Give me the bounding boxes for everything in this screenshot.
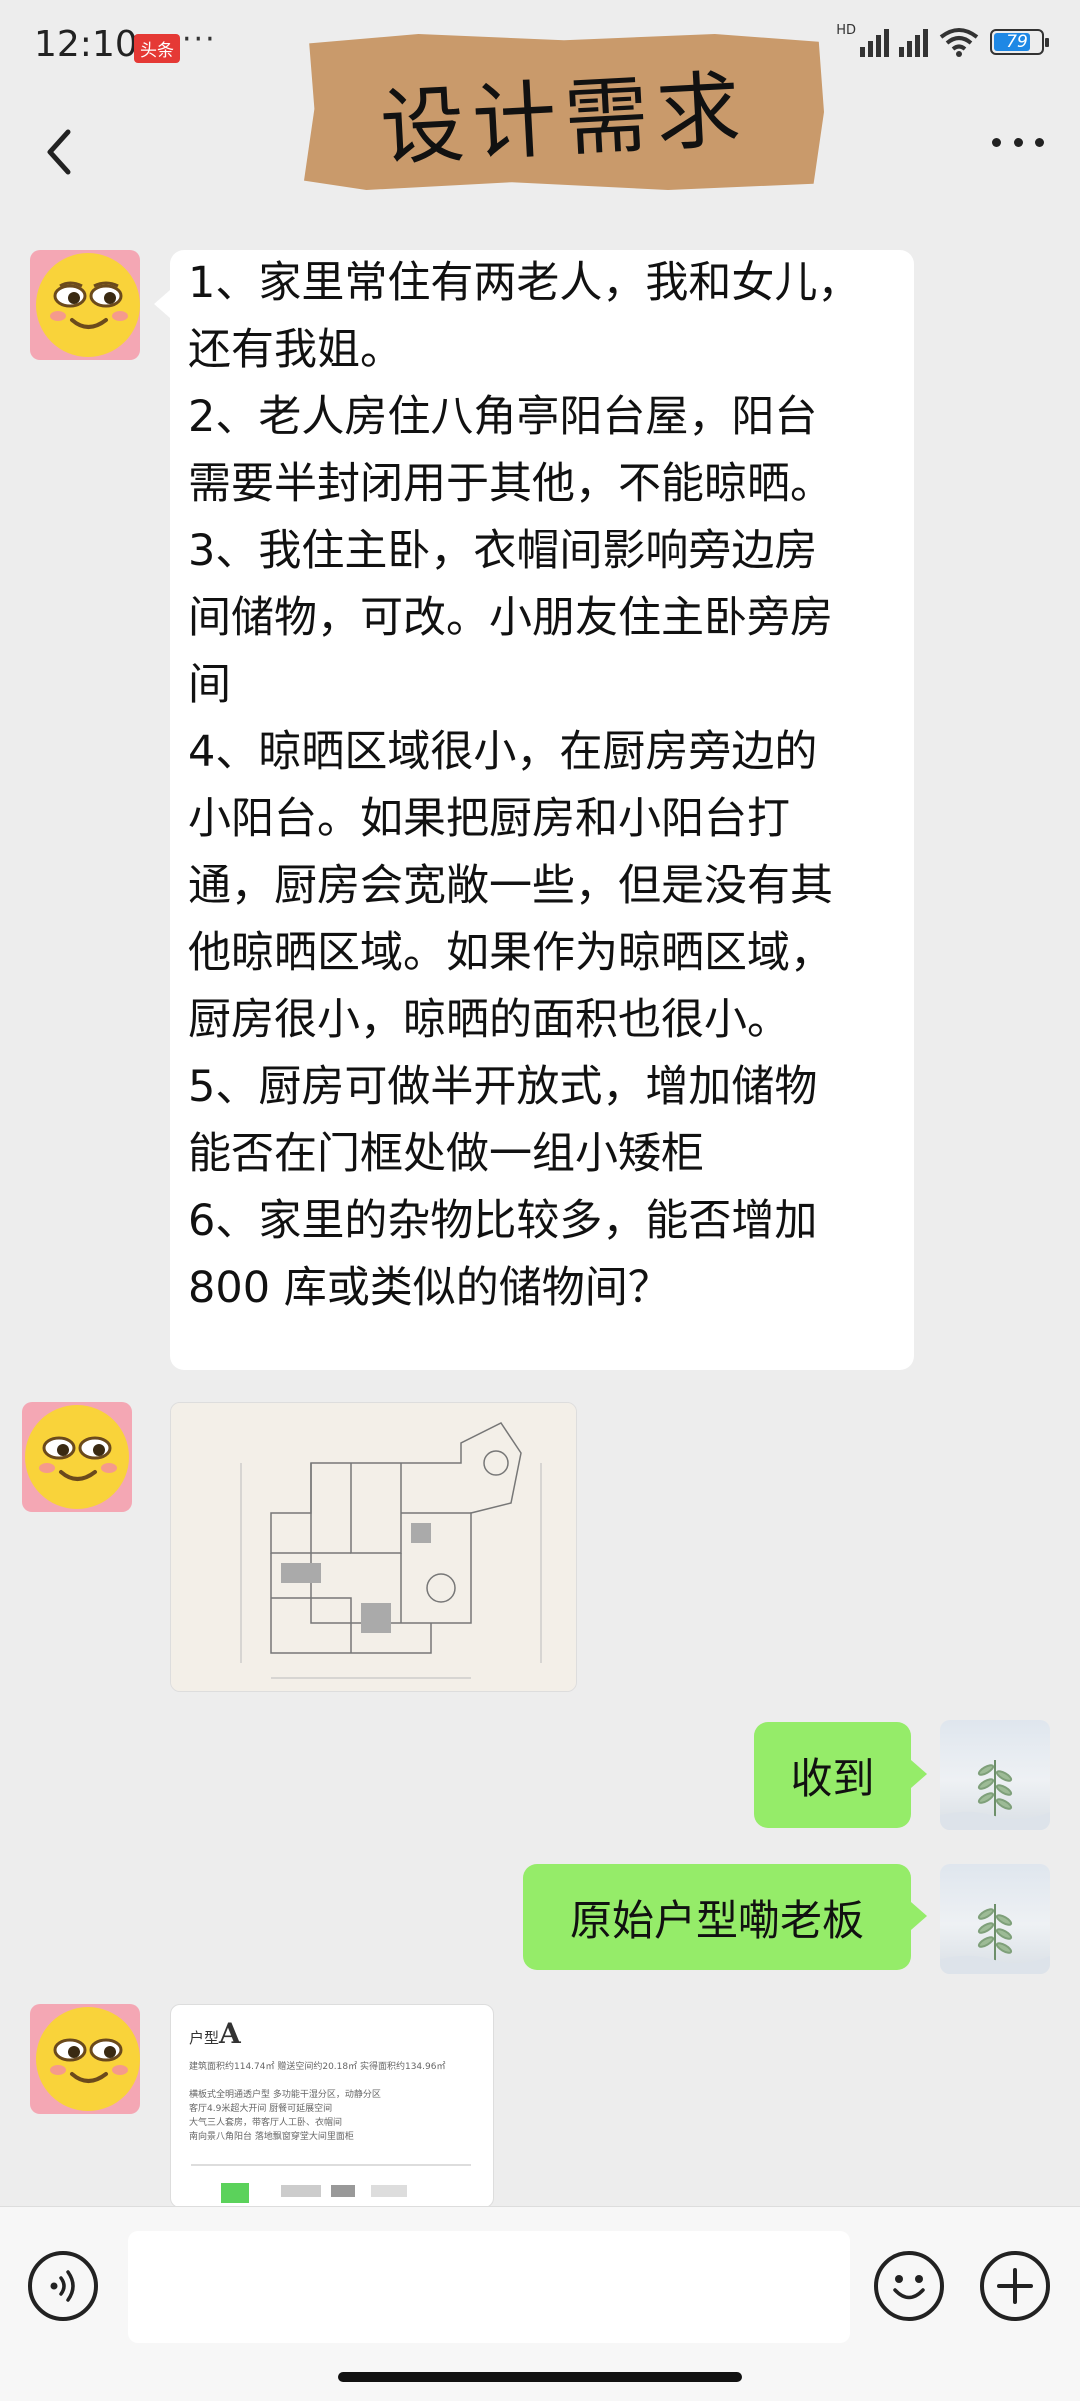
brochure-image[interactable]: 户型A 建筑面积约114.74㎡ 赠送空间约20.18㎡ 实得面积约134.96…	[170, 2004, 494, 2208]
brochure-plan-preview	[191, 2164, 471, 2203]
message-line: 需要半封闭用于其他，不能晾晒。	[188, 459, 833, 509]
smiley-avatar-icon	[25, 1405, 129, 1509]
floor-plan-drawing	[171, 1403, 576, 1691]
plant-avatar-icon	[940, 1904, 1050, 1974]
home-indicator	[338, 2372, 742, 2382]
plant-avatar-icon	[940, 1760, 1050, 1830]
message-line: 间	[188, 660, 231, 710]
avatar-self[interactable]	[940, 1864, 1050, 1974]
message-line: 间储物，可改。小朋友住主卧旁房	[188, 593, 833, 643]
brochure-line: 客厅4.9米超大开间 厨餐可延展空间	[189, 2104, 333, 2114]
avatar-self[interactable]	[940, 1720, 1050, 1830]
message-bubble-original-floorplan[interactable]: 原始户型嘞老板	[523, 1864, 927, 1970]
message-line: 还有我姐。	[188, 325, 403, 375]
brochure-line: 横板式全明通透户型 多功能干湿分区，动静分区	[189, 2090, 381, 2100]
message-text: 1、家里常住有两老人，我和女儿， 还有我姐。 2、老人房住八角亭阳台屋，阳台 需要半封…	[188, 250, 908, 1322]
avatar[interactable]	[30, 250, 140, 360]
status-time: 12:10	[34, 24, 138, 65]
message-line: 4、晾晒区域很小，在厨房旁边的	[188, 727, 818, 777]
message-line: 5、厨房可做半开放式，增加储物	[188, 1062, 818, 1112]
smiley-avatar-icon	[36, 2007, 140, 2111]
more-horizontal-icon[interactable]	[992, 130, 1044, 154]
brochure-title-letter: A	[219, 2017, 241, 2050]
avatar[interactable]	[30, 2004, 140, 2114]
message-line: 厨房很小，晾晒的面积也很小。	[188, 995, 790, 1045]
message-line: 800 库或类似的储物间？	[188, 1263, 671, 1313]
message-line: 能否在门框处做一组小矮柜	[188, 1129, 704, 1179]
voice-icon[interactable]	[28, 2251, 98, 2321]
brochure-line: 建筑面积约114.74㎡ 赠送空间约20.18㎡ 实得面积约134.96㎡	[189, 2062, 446, 2072]
brochure-title-prefix: 户型	[189, 2029, 220, 2047]
chat-title: 设计需求	[378, 59, 751, 178]
emoji-icon[interactable]	[874, 2251, 944, 2321]
battery-icon: 79	[990, 29, 1049, 55]
plus-circle-icon[interactable]	[980, 2251, 1050, 2321]
message-line: 他晾晒区域。如果作为晾晒区域，	[188, 928, 833, 978]
message-line: 通，厨房会宽敞一些，但是没有其	[188, 861, 833, 911]
battery-level-text: 79	[1006, 32, 1028, 52]
message-line: 6、家里的杂物比较多，能否增加	[188, 1196, 818, 1246]
signal-icon-2	[899, 27, 928, 57]
message-line: 3、我住主卧，衣帽间影响旁边房	[188, 526, 818, 576]
message-bubble-received[interactable]: 收到	[754, 1722, 927, 1828]
message-line: 小阳台。如果把厨房和小阳台打	[188, 794, 790, 844]
avatar[interactable]	[22, 1402, 132, 1512]
brochure-line: 南向景八角阳台 落地飘窗穿堂大间里面柜	[189, 2132, 354, 2142]
status-more-icon: ···	[182, 22, 217, 57]
message-input[interactable]	[128, 2231, 850, 2343]
smiley-avatar-icon	[36, 253, 140, 357]
wifi-icon	[939, 28, 979, 57]
brochure-line: 大气三人套房，带客厅人工卧、衣帽间	[189, 2118, 343, 2128]
hd-label: HD	[836, 22, 856, 38]
status-indicators: HD 79	[836, 22, 1049, 58]
message-line: 2、老人房住八角亭阳台屋，阳台	[188, 392, 818, 442]
signal-icon	[860, 27, 889, 57]
app-notification-badge: 头条	[134, 34, 180, 63]
message-line: 1、家里常住有两老人，我和女儿，	[188, 258, 861, 308]
floor-plan-image[interactable]	[170, 1402, 577, 1692]
chevron-left-icon[interactable]	[38, 122, 82, 182]
brochure-title: 户型A	[189, 2017, 241, 2050]
